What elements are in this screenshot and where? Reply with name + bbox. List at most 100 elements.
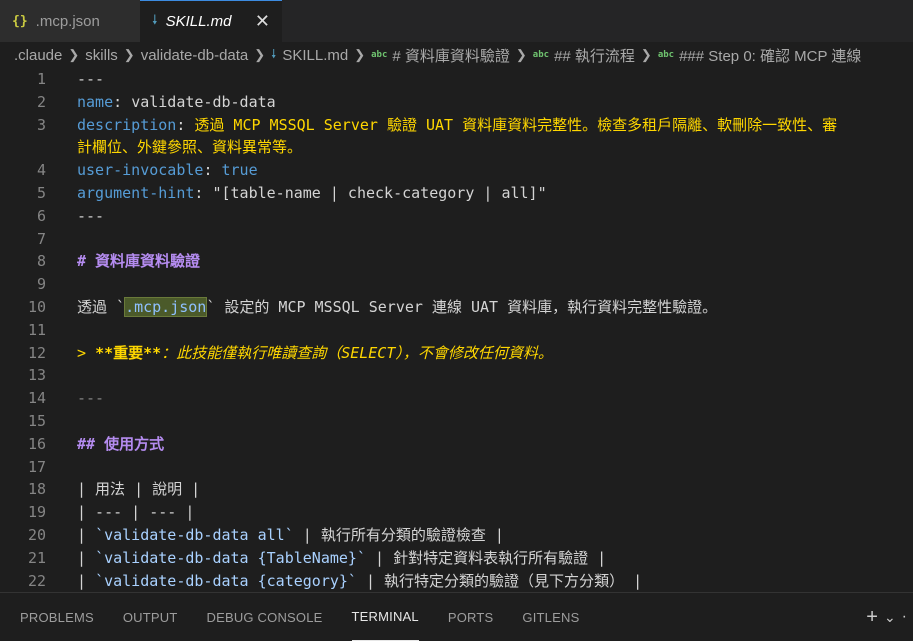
line-number: 10: [27, 297, 46, 316]
line-text: user-invocable: true: [77, 161, 258, 180]
text-segment: |: [77, 548, 96, 567]
code-line[interactable]: 3 description: 透過 MCP MSSQL Server 驗證 UAT…: [0, 114, 913, 137]
yaml-value: true: [221, 161, 258, 180]
bottom-panel: PROBLEMS OUTPUT DEBUG CONSOLE TERMINAL P…: [0, 592, 913, 641]
line-text: ---: [77, 389, 105, 408]
line-number: 6: [36, 206, 46, 225]
tab-terminal[interactable]: TERMINAL: [351, 593, 419, 641]
code-line[interactable]: 14 ---: [0, 387, 913, 410]
table-text: | --- | --- |: [77, 503, 195, 522]
tab-ports[interactable]: PORTS: [448, 593, 494, 641]
yaml-key: name: [77, 92, 114, 111]
tab-mcp-json[interactable]: {} .mcp.json: [0, 0, 140, 42]
line-text: description: 透過 MCP MSSQL Server 驗證 UAT …: [77, 115, 838, 134]
code-line[interactable]: 10 透過 `.mcp.json` 設定的 MCP MSSQL Server 連線…: [0, 296, 913, 319]
code-line[interactable]: 22 | `validate-db-data {category}` | 執行特定…: [0, 570, 913, 592]
markdown-file-icon: 🠗: [152, 11, 158, 27]
chevron-right-icon: ❯: [254, 47, 266, 62]
text-segment: ：此技能僅執行唯讀查詢（SELECT），不會修改任何資料。: [161, 343, 553, 362]
code-line[interactable]: 21 | `validate-db-data {TableName}` | 針對特…: [0, 547, 913, 570]
code-line[interactable]: 11: [0, 319, 913, 342]
code-line[interactable]: 7: [0, 228, 913, 251]
breadcrumb-item[interactable]: .claude: [14, 47, 62, 64]
panel-actions: + ⌄ ·: [860, 593, 907, 641]
breadcrumb-item[interactable]: validate-db-data: [141, 47, 249, 64]
code-line[interactable]: 20 | `validate-db-data all` | 執行所有分類的驗證檢查…: [0, 524, 913, 547]
code-line[interactable]: 5 argument-hint: "[table-name | check-cat…: [0, 182, 913, 205]
code-line[interactable]: 19 | --- | --- |: [0, 501, 913, 524]
line-text: argument-hint: "[table-name | check-cate…: [77, 183, 547, 202]
line-number: 1: [36, 70, 46, 88]
code-line[interactable]: 12 > **重要**：此技能僅執行唯讀查詢（SELECT），不會修改任何資料。: [0, 342, 913, 365]
line-number: 20: [27, 525, 46, 544]
code-line[interactable]: 15: [0, 410, 913, 433]
text-segment: | 執行特定分類的驗證（見下方分類） |: [356, 571, 643, 590]
inline-code: `validate-db-data {TableName}`: [95, 548, 366, 567]
heading-text: ## 使用方式: [77, 434, 165, 453]
code-line[interactable]: 6 ---: [0, 205, 913, 228]
line-number: 15: [27, 411, 46, 430]
more-icon[interactable]: ·: [902, 608, 907, 626]
tab-label: SKILL.md: [165, 13, 232, 30]
chevron-right-icon: ❯: [123, 47, 135, 62]
tab-output[interactable]: OUTPUT: [123, 593, 178, 641]
line-number: 16: [27, 434, 46, 453]
string-symbol-icon: abc: [657, 50, 675, 60]
breadcrumb-file[interactable]: SKILL.md: [282, 47, 348, 64]
heading-text: # 資料庫資料驗證: [77, 252, 201, 271]
code-line[interactable]: 8 # 資料庫資料驗證: [0, 250, 913, 273]
code-line[interactable]: 2 name: validate-db-data: [0, 91, 913, 114]
line-number: 18: [27, 480, 46, 499]
line-number: 17: [27, 457, 46, 476]
line-number: 9: [36, 275, 46, 294]
yaml-value: validate-db-data: [131, 92, 276, 111]
chevron-down-icon[interactable]: ⌄: [884, 609, 896, 626]
line-number: 13: [27, 366, 46, 385]
line-number: 21: [27, 548, 46, 567]
code-line[interactable]: 9: [0, 273, 913, 296]
breadcrumb-item[interactable]: skills: [85, 47, 118, 64]
text-segment: ` 設定的 MCP MSSQL Server 連線 UAT 資料庫，執行資料完整…: [206, 297, 718, 316]
table-text: | 用法 | 說明 |: [77, 480, 201, 499]
code-editor[interactable]: 1 --- 2 name: validate-db-data 3 descriptio…: [0, 68, 913, 592]
bold-text: **重要**: [95, 343, 162, 362]
tab-debug-console[interactable]: DEBUG CONSOLE: [207, 593, 323, 641]
breadcrumb-symbol[interactable]: ### Step 0: 確認 MCP 連線: [679, 45, 861, 66]
line-number: 5: [36, 183, 46, 202]
inline-code: `validate-db-data all`: [95, 525, 294, 544]
chevron-right-icon: ❯: [640, 47, 652, 62]
code-line[interactable]: 4 user-invocable: true: [0, 159, 913, 182]
add-terminal-icon[interactable]: +: [866, 606, 878, 629]
line-number: 22: [27, 571, 46, 590]
tab-problems[interactable]: PROBLEMS: [20, 593, 94, 641]
close-icon[interactable]: ✕: [255, 11, 270, 32]
code-line[interactable]: 13: [0, 364, 913, 387]
text-segment: >: [77, 343, 96, 362]
breadcrumb-symbol[interactable]: # 資料庫資料驗證: [392, 45, 510, 66]
tab-skill-md[interactable]: 🠗 SKILL.md ✕: [140, 0, 282, 42]
line-text: name: validate-db-data: [77, 92, 276, 111]
table-text: | `validate-db-data {TableName}` | 針對特定資…: [77, 547, 606, 570]
line-text: ---: [77, 70, 105, 88]
text-segment: |: [77, 571, 96, 590]
yaml-key: argument-hint: [77, 183, 195, 202]
code-line[interactable]: 16 ## 使用方式: [0, 433, 913, 456]
line-number: 7: [36, 229, 46, 248]
table-text: | `validate-db-data {category}` | 執行特定分類…: [77, 570, 642, 592]
line-number: 14: [27, 389, 46, 408]
tab-gitlens[interactable]: GITLENS: [522, 593, 579, 641]
string-symbol-icon: abc: [532, 50, 550, 60]
text-segment: | 針對特定資料表執行所有驗證 |: [366, 548, 607, 567]
line-number: 4: [36, 161, 46, 180]
line-number: 11: [27, 320, 46, 339]
code-line-wrap[interactable]: 計欄位、外鍵參照、資料異常等。: [0, 136, 913, 159]
line-text: 計欄位、外鍵參照、資料異常等。: [77, 138, 303, 157]
json-file-icon: {}: [12, 13, 28, 29]
blockquote-text: > **重要**：此技能僅執行唯讀查詢（SELECT），不會修改任何資料。: [77, 342, 553, 365]
code-line[interactable]: 1 ---: [0, 68, 913, 91]
line-text: 透過 `.mcp.json` 設定的 MCP MSSQL Server 連線 U…: [77, 296, 717, 319]
code-line[interactable]: 18 | 用法 | 說明 |: [0, 478, 913, 501]
breadcrumb-symbol[interactable]: ## 執行流程: [554, 45, 635, 66]
chevron-right-icon: ❯: [354, 47, 366, 62]
code-line[interactable]: 17: [0, 456, 913, 479]
